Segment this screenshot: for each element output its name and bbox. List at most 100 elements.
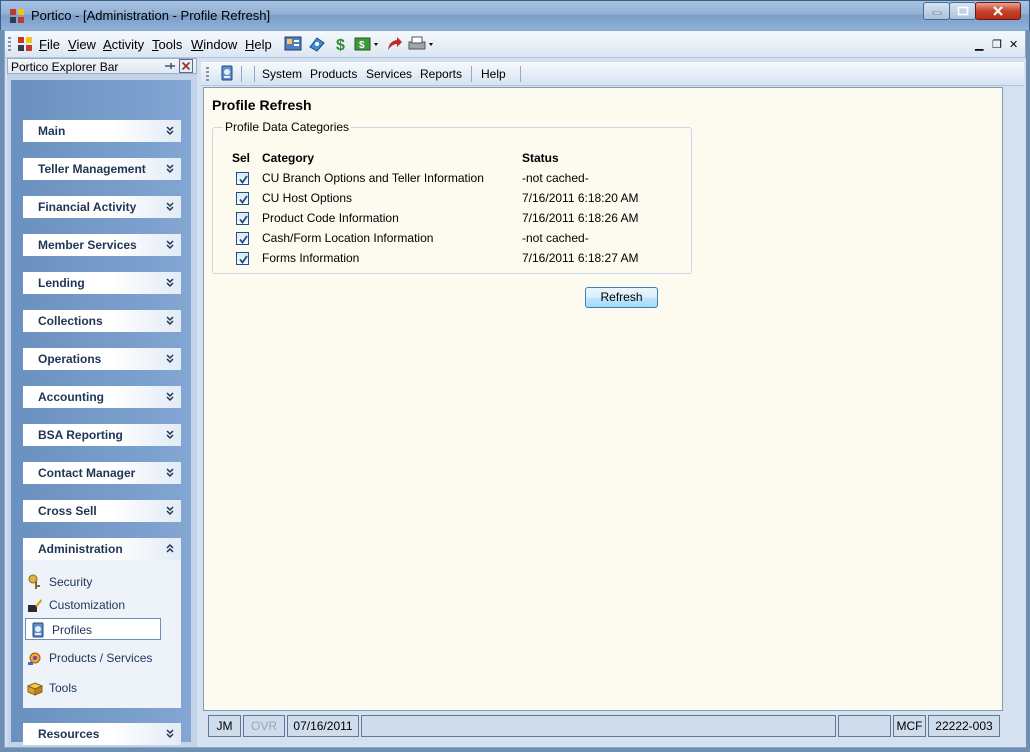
chevron-down-icon [166, 354, 174, 364]
security-icon [28, 574, 40, 589]
profile-data-categories-group: Profile Data Categories Sel Category Sta… [212, 120, 692, 274]
menu-help-main[interactable]: Help [481, 67, 506, 81]
window-title: Portico - [Administration - Profile Refr… [31, 8, 271, 23]
group-lending[interactable]: Lending [23, 272, 181, 294]
chevron-down-icon [166, 506, 174, 516]
toolbar-grip-icon[interactable] [8, 37, 11, 53]
menu-services[interactable]: Services [366, 67, 412, 81]
page-title: Profile Refresh [212, 97, 312, 113]
chevron-down-icon [166, 126, 174, 136]
status-ovr: OVR [243, 715, 285, 737]
chevron-down-icon [166, 316, 174, 326]
svg-text:$: $ [336, 37, 345, 53]
status-cell: -not cached- [522, 231, 589, 245]
column-header-sel: Sel [232, 151, 251, 165]
printer-dropdown-icon[interactable] [407, 35, 435, 53]
task-customization[interactable]: Customization [23, 594, 181, 616]
products-services-icon [28, 652, 41, 665]
group-contact-manager[interactable]: Contact Manager [23, 462, 181, 484]
table-row: Forms Information 7/16/2011 6:18:27 AM [213, 248, 691, 268]
task-tools[interactable]: Tools [23, 677, 181, 699]
explorer-close-icon[interactable] [179, 59, 193, 73]
tools-icon [27, 682, 43, 696]
task-products-services[interactable]: Products / Services [23, 647, 181, 669]
menu-file[interactable]: File [39, 37, 60, 52]
toolbar-separator [241, 66, 242, 82]
table-row: Cash/Form Location Information -not cach… [213, 228, 691, 248]
explorer-bar: Portico Explorer Bar Main Teller Managem… [7, 58, 197, 747]
checkmark-icon [239, 175, 248, 184]
sel-checkbox[interactable] [236, 212, 249, 225]
sel-checkbox[interactable] [236, 232, 249, 245]
menu-tools[interactable]: Tools [152, 37, 182, 52]
toolbar-separator [520, 66, 521, 82]
status-mode: MCF [893, 715, 926, 737]
profiles-icon [32, 622, 44, 638]
group-member-services[interactable]: Member Services [23, 234, 181, 256]
checkmark-icon [239, 215, 248, 224]
status-cell: -not cached- [522, 171, 589, 185]
status-account: 22222-003 [928, 715, 1000, 737]
group-operations[interactable]: Operations [23, 348, 181, 370]
group-legend: Profile Data Categories [223, 120, 352, 134]
group-cross-sell[interactable]: Cross Sell [23, 500, 181, 522]
cash-dropdown-icon[interactable]: $ [354, 35, 380, 53]
table-row: Product Code Information 7/16/2011 6:18:… [213, 208, 691, 228]
category-cell: CU Host Options [262, 191, 353, 205]
account-icon[interactable] [284, 35, 302, 53]
category-cell: CU Branch Options and Teller Information [262, 171, 484, 185]
dollar-icon[interactable]: $ [332, 35, 350, 53]
chevron-down-icon [166, 468, 174, 478]
menu-window[interactable]: Window [191, 37, 237, 52]
chevron-down-icon [166, 164, 174, 174]
status-message [361, 715, 836, 737]
mdi-restore-icon[interactable]: ❐ [992, 38, 1002, 51]
group-bsa-reporting[interactable]: BSA Reporting [23, 424, 181, 446]
profiles-icon[interactable] [219, 65, 235, 81]
task-security[interactable]: Security [23, 571, 181, 593]
table-row: CU Branch Options and Teller Information… [213, 168, 691, 188]
task-profiles[interactable]: Profiles [25, 618, 161, 640]
pin-icon[interactable] [162, 60, 176, 72]
sel-checkbox[interactable] [236, 252, 249, 265]
teller-icon[interactable] [308, 35, 326, 53]
menu-products[interactable]: Products [310, 67, 357, 81]
group-resources[interactable]: Resources [23, 723, 181, 745]
mdi-close-icon[interactable]: ✕ [1009, 38, 1018, 51]
close-icon [993, 6, 1003, 16]
chevron-up-icon [166, 543, 174, 553]
chevron-down-icon [166, 278, 174, 288]
toolbar-separator [254, 66, 255, 82]
status-cell: 7/16/2011 6:18:27 AM [522, 251, 639, 265]
status-cell: 7/16/2011 6:18:26 AM [522, 211, 639, 225]
title-bar[interactable]: Portico - [Administration - Profile Refr… [0, 0, 1030, 30]
menu-help[interactable]: Help [245, 37, 272, 52]
arrow-icon[interactable] [385, 35, 403, 53]
maximize-button[interactable] [949, 2, 976, 20]
menu-reports[interactable]: Reports [420, 67, 462, 81]
checkmark-icon [239, 235, 248, 244]
group-teller-management[interactable]: Teller Management [23, 158, 181, 180]
sel-checkbox[interactable] [236, 172, 249, 185]
group-administration[interactable]: Administration [23, 538, 181, 560]
group-financial-activity[interactable]: Financial Activity [23, 196, 181, 218]
toolbar-separator [471, 66, 472, 82]
portico-logo-icon [10, 9, 24, 23]
table-row: CU Host Options 7/16/2011 6:18:20 AM [213, 188, 691, 208]
group-main[interactable]: Main [23, 120, 181, 142]
mdi-minimize-icon[interactable]: ▁ [975, 38, 983, 51]
sel-checkbox[interactable] [236, 192, 249, 205]
status-cell: 7/16/2011 6:18:20 AM [522, 191, 639, 205]
menu-view[interactable]: View [68, 37, 96, 52]
menu-activity[interactable]: Activity [103, 37, 144, 52]
minimize-button[interactable] [923, 2, 950, 20]
toolbar-grip-icon[interactable] [206, 67, 209, 81]
chevron-down-icon [166, 729, 174, 739]
group-accounting[interactable]: Accounting [23, 386, 181, 408]
chevron-down-icon [166, 430, 174, 440]
maximize-icon [957, 6, 968, 16]
close-button[interactable] [975, 2, 1021, 20]
refresh-button[interactable]: Refresh [585, 287, 658, 308]
group-collections[interactable]: Collections [23, 310, 181, 332]
menu-system[interactable]: System [262, 67, 302, 81]
